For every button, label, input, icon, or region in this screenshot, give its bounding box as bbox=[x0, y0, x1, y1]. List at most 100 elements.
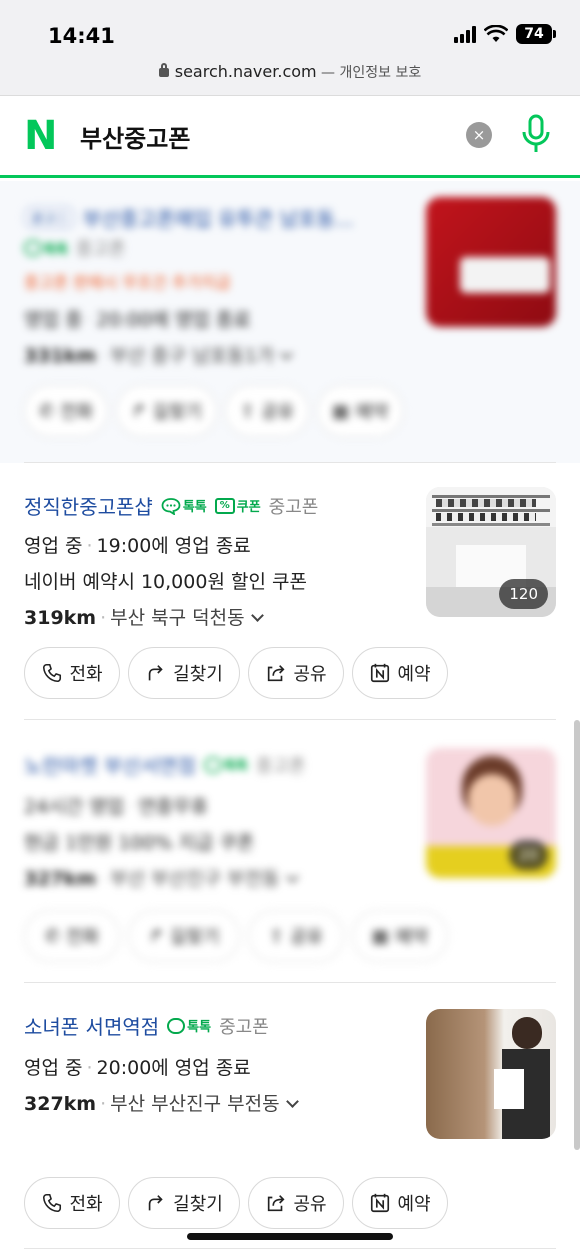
share-button[interactable]: 공유 bbox=[248, 1177, 344, 1229]
chevron-down-icon bbox=[250, 609, 264, 622]
talk-badge: 톡톡 bbox=[167, 1016, 211, 1035]
signal-icon bbox=[454, 25, 476, 43]
place-photo[interactable] bbox=[426, 197, 556, 327]
share-icon: ⇪ bbox=[268, 925, 284, 947]
reserve-button[interactable]: ▦ 예약 bbox=[317, 385, 404, 437]
hours-line: 영업 중 · 20:00에 영업 종료 bbox=[24, 309, 251, 331]
call-button[interactable]: 전화 bbox=[24, 1177, 120, 1229]
address-bar[interactable]: search.naver.com — 개인정보 보호 bbox=[0, 62, 580, 82]
talk-icon bbox=[24, 240, 42, 256]
category: 중고폰 bbox=[219, 1016, 269, 1038]
place-title[interactable]: 부산중고폰매입 유투큰 남포동... bbox=[83, 203, 354, 232]
chevron-down-icon bbox=[280, 347, 294, 360]
list-item[interactable]: 소녀폰 서면역점 톡톡 중고폰 영업 중 · 20:00에 영업 종료 327km ·… bbox=[0, 983, 580, 1249]
search-input[interactable]: 부산중고폰 bbox=[80, 119, 190, 154]
category: 중고폰 bbox=[75, 239, 126, 260]
photo-count: 20 bbox=[508, 840, 548, 870]
place-title[interactable]: 노란마켓 부산서면점 bbox=[24, 750, 196, 779]
mic-icon[interactable] bbox=[520, 114, 552, 154]
hours-line: 24시간 영업 · 연중무휴 bbox=[24, 796, 209, 818]
phone-icon: ✆ bbox=[39, 400, 55, 422]
lock-icon bbox=[158, 63, 169, 77]
calendar-icon bbox=[371, 1193, 390, 1213]
place-photo[interactable]: 120 bbox=[426, 487, 556, 617]
share-button[interactable]: 공유 bbox=[248, 647, 344, 699]
system-icons: 74 bbox=[454, 24, 556, 44]
distance-line[interactable]: 319km · 부산 북구 덕천동 bbox=[24, 603, 264, 630]
talk-icon bbox=[203, 756, 222, 773]
share-icon bbox=[268, 665, 285, 682]
talk-badge: 톡톡 bbox=[24, 239, 68, 258]
status-time: 14:41 bbox=[48, 24, 115, 48]
share-icon: ⇪ bbox=[240, 400, 256, 422]
chevron-down-icon bbox=[285, 870, 299, 883]
phone-icon: ✆ bbox=[44, 925, 60, 947]
talk-icon bbox=[161, 497, 181, 515]
location: 부산 북구 덕천동 bbox=[110, 607, 245, 629]
category: 중고폰 bbox=[255, 755, 306, 777]
directions-icon bbox=[148, 665, 163, 681]
chevron-down-icon bbox=[285, 1095, 299, 1108]
distance-line[interactable]: 331km · 부산 중구 남포동1가 bbox=[24, 341, 294, 368]
distance-line[interactable]: 327km · 부산 부산진구 부전동 bbox=[24, 1089, 299, 1116]
share-icon bbox=[268, 1195, 285, 1212]
talk-badge[interactable]: 톡톡 bbox=[161, 496, 207, 515]
call-button[interactable]: ✆ 전화 bbox=[24, 385, 109, 437]
directions-icon bbox=[148, 1195, 163, 1211]
ad-badge[interactable]: 광고ⓘ bbox=[24, 206, 75, 229]
promo-text: 네이버 예약시 10,000원 할인 쿠폰 bbox=[24, 571, 307, 593]
place-title[interactable]: 소녀폰 서면역점 bbox=[24, 1011, 159, 1040]
reserve-button[interactable]: ▦ 예약 bbox=[352, 910, 448, 962]
phone-icon bbox=[43, 1193, 62, 1213]
list-item[interactable]: 노란마켓 부산서면점 톡톡 중고폰 24시간 영업 · 연중무휴 현금 1만원 10… bbox=[0, 720, 580, 983]
place-title[interactable]: 정직한중고폰샵 bbox=[24, 491, 153, 520]
browser-chrome: 14:41 74 search.naver.com — 개인정보 보호 bbox=[0, 0, 580, 96]
coupon-badge[interactable]: % 쿠폰 bbox=[214, 496, 261, 515]
calendar-icon bbox=[371, 663, 390, 683]
hours-line: 영업 중 · 19:00에 영업 종료 bbox=[24, 535, 251, 557]
talk-icon bbox=[167, 1017, 186, 1034]
url-domain: search.naver.com bbox=[174, 62, 317, 81]
place-photo[interactable] bbox=[426, 1009, 556, 1139]
call-button[interactable]: ✆ 전화 bbox=[24, 910, 120, 962]
list-item[interactable]: 정직한중고폰샵 톡톡 % 쿠폰 중고폰 영업 중 · 19:00에 영업 종료 네이버… bbox=[0, 463, 580, 720]
reserve-button[interactable]: 예약 bbox=[352, 1177, 448, 1229]
privacy-label: 개인정보 보호 bbox=[339, 65, 422, 81]
distance-line[interactable]: 327km · 부산 부산진구 부전동 bbox=[24, 864, 299, 891]
search-header: N 부산중고폰 × bbox=[0, 96, 580, 178]
distance: 319km bbox=[24, 607, 97, 629]
category: 중고폰 bbox=[268, 496, 319, 518]
hours-line: 영업 중 · 20:00에 영업 종료 bbox=[24, 1057, 251, 1079]
scrollbar-track[interactable] bbox=[574, 720, 580, 1150]
photo-count: 120 bbox=[499, 579, 548, 609]
calendar-icon: ▦ bbox=[332, 400, 350, 422]
place-photo[interactable]: 20 bbox=[426, 748, 556, 878]
call-button[interactable]: 전화 bbox=[24, 647, 120, 699]
clear-icon[interactable]: × bbox=[466, 122, 492, 148]
phone-icon bbox=[43, 663, 62, 683]
result-list: 광고ⓘ 부산중고폰매입 유투큰 남포동... 톡톡 중고폰 중고폰 판매시 무조… bbox=[0, 181, 580, 1249]
directions-button[interactable]: 길찾기 bbox=[128, 647, 240, 699]
reserve-button[interactable]: 예약 bbox=[352, 647, 448, 699]
directions-button[interactable]: ↱ 길찾기 bbox=[128, 910, 240, 962]
action-buttons: ✆ 전화 ↱ 길찾기 ⇪ 공유 ▦ 예약 bbox=[24, 385, 404, 437]
coupon-icon: % bbox=[214, 497, 235, 514]
calendar-icon: ▦ bbox=[371, 925, 389, 947]
talk-badge: 톡톡 bbox=[203, 755, 248, 774]
action-buttons: 전화 길찾기 공유 예약 bbox=[24, 1177, 448, 1229]
share-button[interactable]: ⇪ 공유 bbox=[225, 385, 310, 437]
naver-logo[interactable]: N bbox=[24, 116, 60, 156]
directions-button[interactable]: ↱ 길찾기 bbox=[116, 385, 217, 437]
directions-icon: ↱ bbox=[148, 925, 164, 947]
directions-icon: ↱ bbox=[131, 400, 147, 422]
promo-text: 현금 1만원 100% 지급 쿠폰 bbox=[24, 832, 255, 854]
url-separator: — bbox=[316, 65, 340, 81]
list-item[interactable]: 광고ⓘ 부산중고폰매입 유투큰 남포동... 톡톡 중고폰 중고폰 판매시 무조… bbox=[0, 181, 580, 463]
action-buttons: 전화 길찾기 공유 예약 bbox=[24, 647, 448, 699]
home-indicator[interactable] bbox=[187, 1233, 393, 1240]
share-button[interactable]: ⇪ 공유 bbox=[248, 910, 344, 962]
directions-button[interactable]: 길찾기 bbox=[128, 1177, 240, 1229]
wifi-icon bbox=[484, 25, 508, 42]
battery-icon: 74 bbox=[516, 24, 556, 44]
action-buttons: ✆ 전화 ↱ 길찾기 ⇪ 공유 ▦ 예약 bbox=[24, 910, 448, 962]
